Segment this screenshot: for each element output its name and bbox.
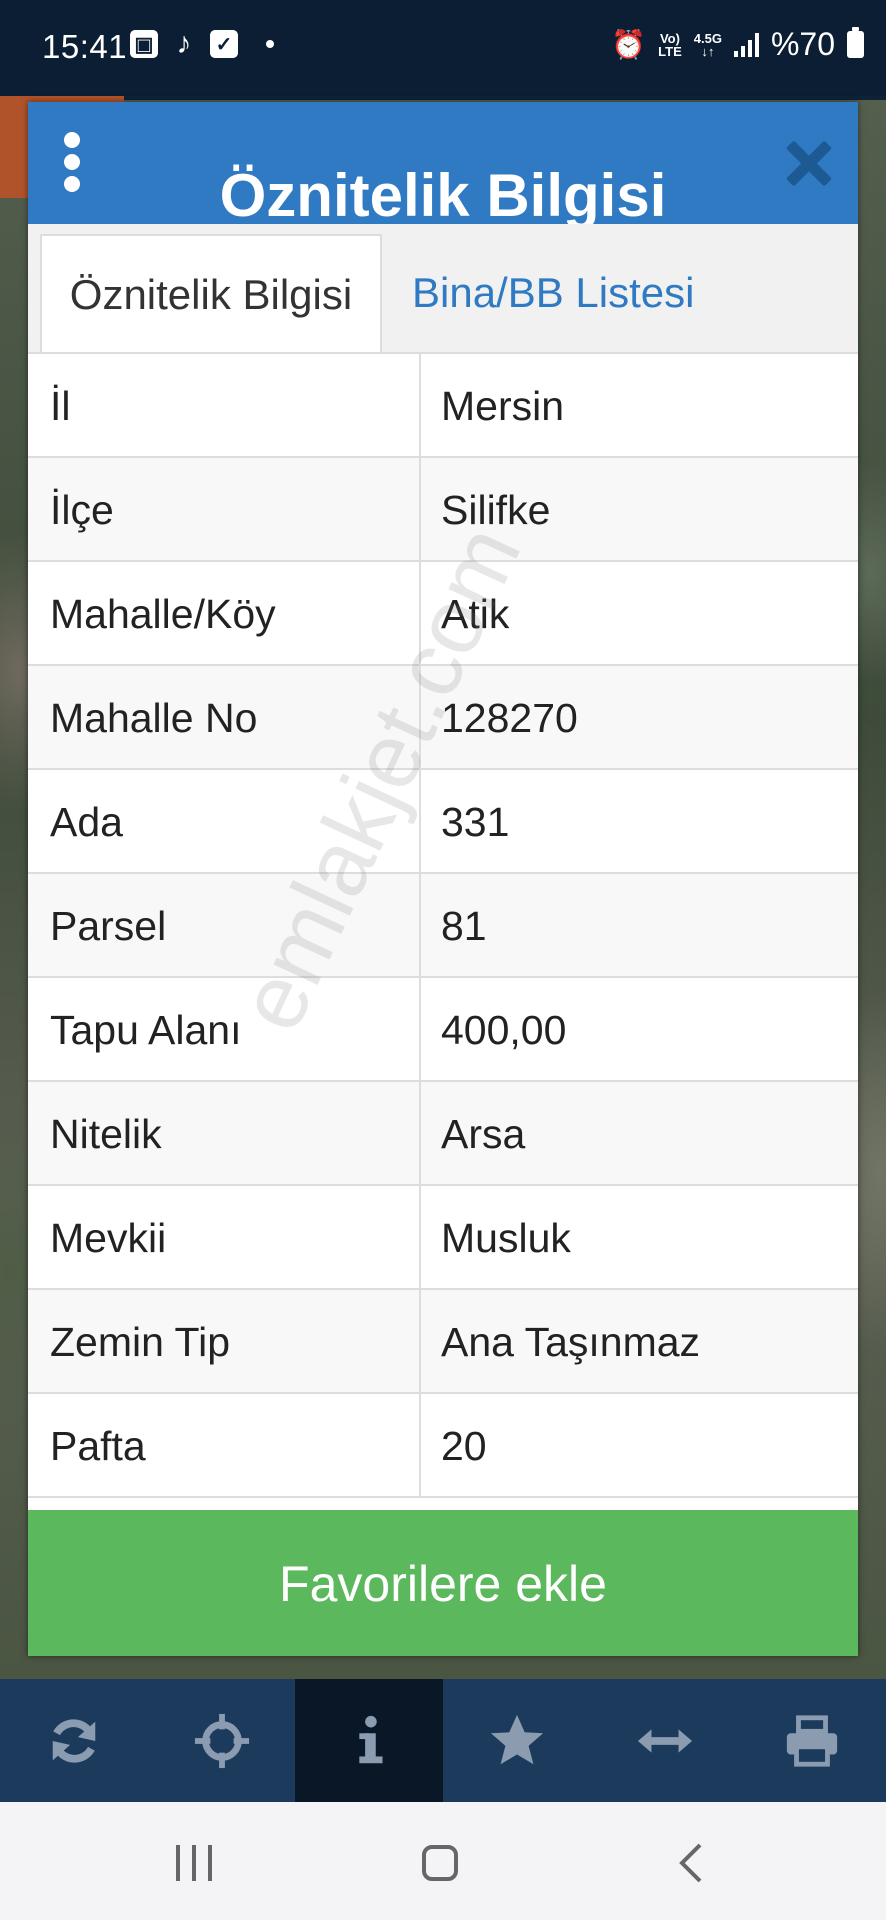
row-value: Ana Taşınmaz	[441, 1319, 701, 1365]
tab-building-list[interactable]: Bina/BB Listesi	[390, 234, 716, 352]
crosshair-icon	[194, 1713, 249, 1768]
row-key: Mahalle No	[28, 666, 421, 768]
attribute-dialog: Öznitelik Bilgisi Öznitelik Bilgisi Bina…	[28, 102, 858, 1656]
table-row: Parsel 81	[28, 874, 858, 978]
table-row: Ada 331	[28, 770, 858, 874]
row-key: Zemin Tip	[28, 1290, 421, 1392]
star-icon	[490, 1714, 543, 1764]
row-key: İl	[28, 354, 421, 456]
info-icon	[359, 1715, 383, 1763]
attribute-table: İl Mersin İlçe Silifke Mahalle/Köy Atik Mah…	[28, 354, 858, 1498]
row-key: Mevkii	[28, 1186, 421, 1288]
refresh-icon	[52, 1718, 96, 1763]
table-row: Pafta 20	[28, 1394, 858, 1498]
row-value: Atik	[441, 591, 510, 637]
row-key: Tapu Alanı	[28, 978, 421, 1080]
row-value: 81	[441, 903, 487, 949]
toolbar-print[interactable]	[738, 1679, 886, 1802]
task-check-icon: ✓	[210, 30, 238, 58]
add-to-favorites-button[interactable]: Favorilere ekle	[28, 1510, 858, 1656]
tiktok-icon: ♪	[176, 27, 192, 60]
dialog-title: Öznitelik Bilgisi	[219, 162, 667, 224]
network-speed-icon: 4.5G ↓↑	[693, 30, 722, 59]
row-key: Nitelik	[28, 1082, 421, 1184]
row-value: Mersin	[441, 383, 565, 429]
print-icon	[787, 1714, 838, 1767]
status-time: 15:41	[42, 28, 128, 65]
dialog-header: Öznitelik Bilgisi	[28, 102, 858, 224]
row-key: Pafta	[28, 1394, 421, 1496]
system-nav-bar	[0, 1802, 886, 1920]
table-row: Zemin Tip Ana Taşınmaz	[28, 1290, 858, 1394]
row-key: Ada	[28, 770, 421, 872]
recent-apps-icon[interactable]	[176, 1845, 216, 1881]
table-row: Tapu Alanı 400,00	[28, 978, 858, 1082]
row-value: 20	[441, 1423, 487, 1469]
row-value: Musluk	[441, 1215, 571, 1261]
toolbar-locate[interactable]	[148, 1679, 296, 1802]
row-value: 400,00	[441, 1007, 567, 1053]
table-row: Nitelik Arsa	[28, 1082, 858, 1186]
row-key: İlçe	[28, 458, 421, 560]
table-row: İlçe Silifke	[28, 458, 858, 562]
alarm-icon: ⏰	[611, 29, 647, 60]
back-icon[interactable]	[676, 1842, 706, 1884]
status-bar: 15:41 ▣ ♪ ✓ ⏰ Vo) LTE 4.5G ↓↑ %70	[0, 0, 886, 96]
home-icon[interactable]	[422, 1845, 458, 1881]
table-row: Mahalle/Köy Atik	[28, 562, 858, 666]
tab-attribute-info[interactable]: Öznitelik Bilgisi	[40, 234, 382, 352]
measure-icon	[637, 1728, 692, 1753]
close-icon[interactable]	[784, 138, 834, 188]
row-value: Silifke	[441, 487, 551, 533]
status-right: ⏰ Vo) LTE 4.5G ↓↑ %70	[611, 26, 864, 63]
battery-text: %70	[770, 26, 835, 62]
row-key: Parsel	[28, 874, 421, 976]
toolbar-measure[interactable]	[591, 1679, 739, 1802]
table-row: Mevkii Musluk	[28, 1186, 858, 1290]
volte-icon: Vo) LTE	[658, 30, 682, 59]
battery-icon	[847, 27, 864, 58]
signal-icon	[733, 32, 759, 57]
row-value: 128270	[441, 695, 578, 741]
row-value: Arsa	[441, 1111, 526, 1157]
tab-bar: Öznitelik Bilgisi Bina/BB Listesi	[28, 224, 858, 354]
row-value: 331	[441, 799, 510, 845]
table-row: İl Mersin	[28, 354, 858, 458]
more-notifications-icon	[266, 40, 274, 48]
toolbar-favorites[interactable]	[443, 1679, 591, 1802]
gallery-icon: ▣	[130, 30, 158, 58]
table-row: Mahalle No 128270	[28, 666, 858, 770]
row-key: Mahalle/Köy	[28, 562, 421, 664]
toolbar-refresh[interactable]	[0, 1679, 148, 1802]
bottom-toolbar	[0, 1679, 886, 1802]
notification-icons: ▣ ♪ ✓	[130, 27, 274, 60]
toolbar-info[interactable]	[295, 1679, 444, 1802]
